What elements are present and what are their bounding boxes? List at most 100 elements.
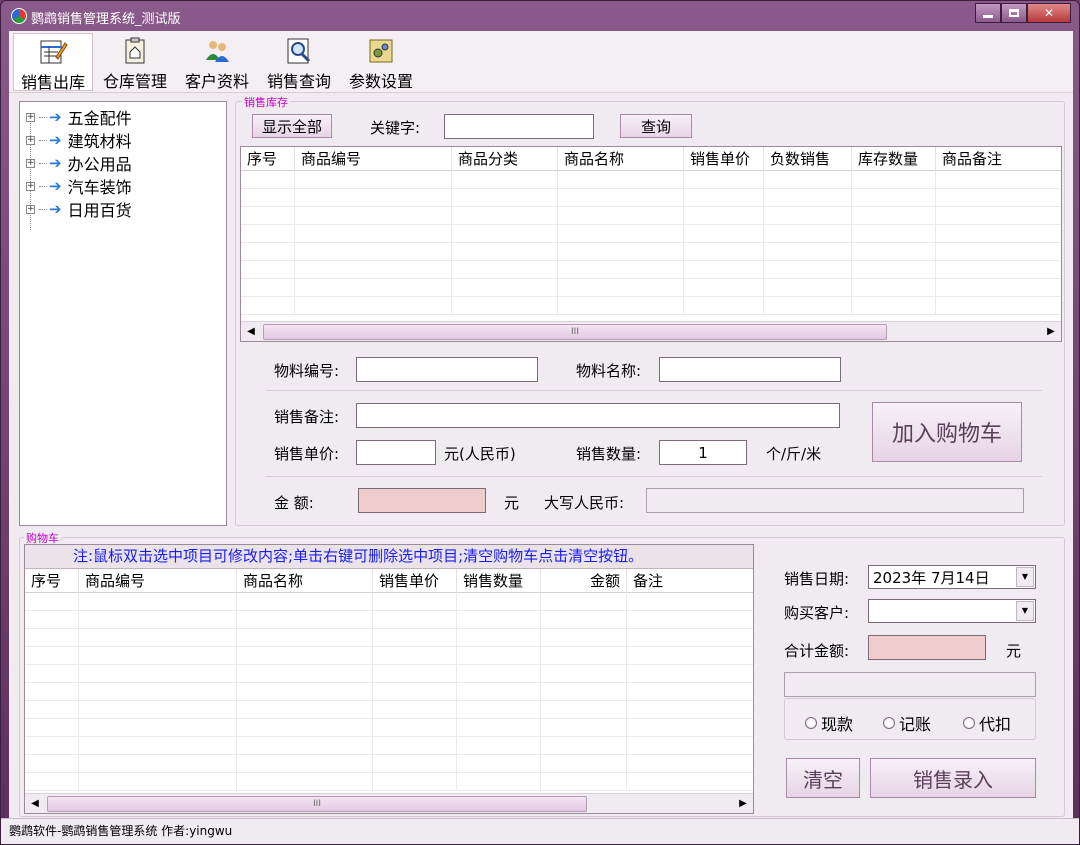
customer-label: 购买客户: xyxy=(784,604,850,622)
scroll-right-icon[interactable]: ▶ xyxy=(735,796,751,812)
add-to-cart-button[interactable]: 加入购物车 xyxy=(872,402,1022,462)
qty-input[interactable]: 1 xyxy=(659,440,747,465)
dropdown-arrow-icon[interactable]: ▼ xyxy=(1016,601,1034,621)
payment-cash-radio[interactable]: 现款 xyxy=(805,711,853,735)
column-header[interactable]: 销售数量 xyxy=(457,569,541,593)
inventory-hscrollbar[interactable]: ◀ III ▶ xyxy=(241,321,1061,341)
column-header[interactable]: 金额 xyxy=(541,569,627,593)
expand-icon[interactable]: + xyxy=(26,135,35,145)
sale-date-label: 销售日期: xyxy=(784,570,850,588)
material-code-label: 物料编号: xyxy=(274,362,340,380)
dropdown-arrow-icon[interactable]: ▼ xyxy=(1016,567,1034,587)
maximize-button[interactable] xyxy=(1001,3,1027,23)
toolbar-label: 客户资料 xyxy=(184,72,249,91)
column-header[interactable]: 商品名称 xyxy=(237,569,373,593)
tree-item-daily-goods[interactable]: + ➔ 日用百货 xyxy=(26,198,132,220)
price-label: 销售单价: xyxy=(274,445,340,463)
cart-notice: 注:鼠标双击选中项目可修改内容;单击右键可删除选中项目;清空购物车点击清空按钮。 xyxy=(25,545,753,569)
arrow-right-icon: ➔ xyxy=(49,177,62,195)
toolbar-label: 销售出库 xyxy=(20,73,85,92)
minimize-icon xyxy=(983,14,993,18)
inventory-table[interactable]: 序号 商品编号 商品分类 商品名称 销售单价 负数销售 库存数量 商品备注 ◀ … xyxy=(240,146,1062,342)
scroll-thumb[interactable]: III xyxy=(47,796,587,812)
category-tree[interactable]: + ➔ 五金配件 + ➔ 建筑材料 + ➔ 办公用品 + ➔ 汽车装饰 + ➔ xyxy=(19,101,227,526)
toolbar-customers[interactable]: 客户资料 xyxy=(177,33,257,91)
column-header[interactable]: 备注 xyxy=(627,569,753,593)
column-header[interactable]: 商品分类 xyxy=(452,147,558,171)
qty-label: 销售数量: xyxy=(576,445,642,463)
column-header[interactable]: 序号 xyxy=(241,147,295,171)
column-header[interactable]: 销售单价 xyxy=(684,147,764,171)
scroll-left-icon[interactable]: ◀ xyxy=(243,324,259,340)
settings-icon xyxy=(369,39,393,63)
tree-item-building-materials[interactable]: + ➔ 建筑材料 xyxy=(26,129,132,151)
column-header[interactable]: 负数销售 xyxy=(764,147,852,171)
radio-label: 现款 xyxy=(821,715,854,734)
title-bar: 鹦鹉销售管理系统_测试版 ✕ xyxy=(1,1,1079,31)
arrow-right-icon: ➔ xyxy=(49,154,62,172)
sale-date-picker[interactable]: 2023年 7月14日 ▼ xyxy=(868,565,1036,589)
close-icon: ✕ xyxy=(1043,6,1055,20)
customers-icon xyxy=(206,41,229,62)
cart-hscrollbar[interactable]: ◀ III ▶ xyxy=(25,793,753,813)
column-header[interactable]: 商品备注 xyxy=(936,147,1061,171)
scroll-thumb[interactable]: III xyxy=(263,324,887,340)
clear-cart-button[interactable]: 清空 xyxy=(786,758,860,798)
expand-icon[interactable]: + xyxy=(26,112,35,122)
sales-query-icon xyxy=(287,38,311,64)
payment-method-group: 现款 记账 代扣 xyxy=(784,698,1036,740)
column-header[interactable]: 序号 xyxy=(25,569,79,593)
expand-icon[interactable]: + xyxy=(26,158,35,168)
material-code-input[interactable] xyxy=(356,357,538,382)
cart-table[interactable]: 注:鼠标双击选中项目可修改内容;单击右键可删除选中项目;清空购物车点击清空按钮。… xyxy=(24,544,754,814)
radio-icon xyxy=(805,717,817,729)
toolbar-label: 参数设置 xyxy=(348,72,413,91)
radio-label: 代扣 xyxy=(979,715,1012,734)
expand-icon[interactable]: + xyxy=(26,204,35,214)
payment-credit-radio[interactable]: 记账 xyxy=(883,711,931,735)
minimize-button[interactable] xyxy=(975,3,1001,23)
keyword-label: 关键字: xyxy=(370,119,421,137)
column-header[interactable]: 库存数量 xyxy=(852,147,936,171)
scroll-left-icon[interactable]: ◀ xyxy=(27,796,43,812)
column-header[interactable]: 销售单价 xyxy=(373,569,457,593)
tree-item-car-accessories[interactable]: + ➔ 汽车装饰 xyxy=(26,175,132,197)
inventory-group-title: 销售库存 xyxy=(242,94,290,110)
keyword-input[interactable] xyxy=(444,114,594,139)
arrow-right-icon: ➔ xyxy=(49,131,62,149)
radio-icon xyxy=(963,717,975,729)
show-all-button[interactable]: 显示全部 xyxy=(252,114,332,138)
column-header[interactable]: 商品名称 xyxy=(558,147,684,171)
cart-group: 购物车 注:鼠标双击选中项目可修改内容;单击右键可删除选中项目;清空购物车点击清… xyxy=(19,530,1065,817)
maximize-icon xyxy=(1009,9,1019,17)
qty-unit: 个/斤/米 xyxy=(766,445,822,463)
column-header[interactable]: 商品编号 xyxy=(79,569,237,593)
client-area: 销售出库 仓库管理 客户资料 销售查询 参数设置 + ➔ 五金配件 + ➔ 建筑… xyxy=(9,31,1073,818)
toolbar-sales-out[interactable]: 销售出库 xyxy=(13,33,93,92)
tree-item-office-supplies[interactable]: + ➔ 办公用品 xyxy=(26,152,132,174)
total-label: 合计金额: xyxy=(784,642,850,660)
status-bar: 鹦鹉软件-鹦鹉销售管理系统 作者:yingwu xyxy=(1,818,1079,844)
divider xyxy=(266,390,1042,391)
column-header[interactable]: 商品编号 xyxy=(295,147,452,171)
close-button[interactable]: ✕ xyxy=(1027,3,1071,23)
query-button[interactable]: 查询 xyxy=(620,114,692,138)
arrow-right-icon: ➔ xyxy=(49,200,62,218)
window-controls: ✕ xyxy=(975,3,1071,25)
expand-icon[interactable]: + xyxy=(26,181,35,191)
payment-deduct-radio[interactable]: 代扣 xyxy=(963,711,1011,735)
scroll-right-icon[interactable]: ▶ xyxy=(1043,324,1059,340)
price-input[interactable] xyxy=(356,440,436,465)
toolbar-settings[interactable]: 参数设置 xyxy=(341,33,421,91)
tree-item-label: 建筑材料 xyxy=(67,132,132,151)
inventory-table-header: 序号 商品编号 商品分类 商品名称 销售单价 负数销售 库存数量 商品备注 xyxy=(241,147,1061,171)
uppercase-field xyxy=(646,488,1024,513)
material-name-input[interactable] xyxy=(659,357,841,382)
remark-input[interactable] xyxy=(356,403,840,428)
submit-sale-button[interactable]: 销售录入 xyxy=(870,758,1036,798)
total-field xyxy=(868,635,986,660)
toolbar-warehouse[interactable]: 仓库管理 xyxy=(95,33,175,91)
customer-select[interactable]: ▼ xyxy=(868,599,1036,623)
toolbar-sales-query[interactable]: 销售查询 xyxy=(259,33,339,91)
tree-item-hardware[interactable]: + ➔ 五金配件 xyxy=(26,106,132,128)
